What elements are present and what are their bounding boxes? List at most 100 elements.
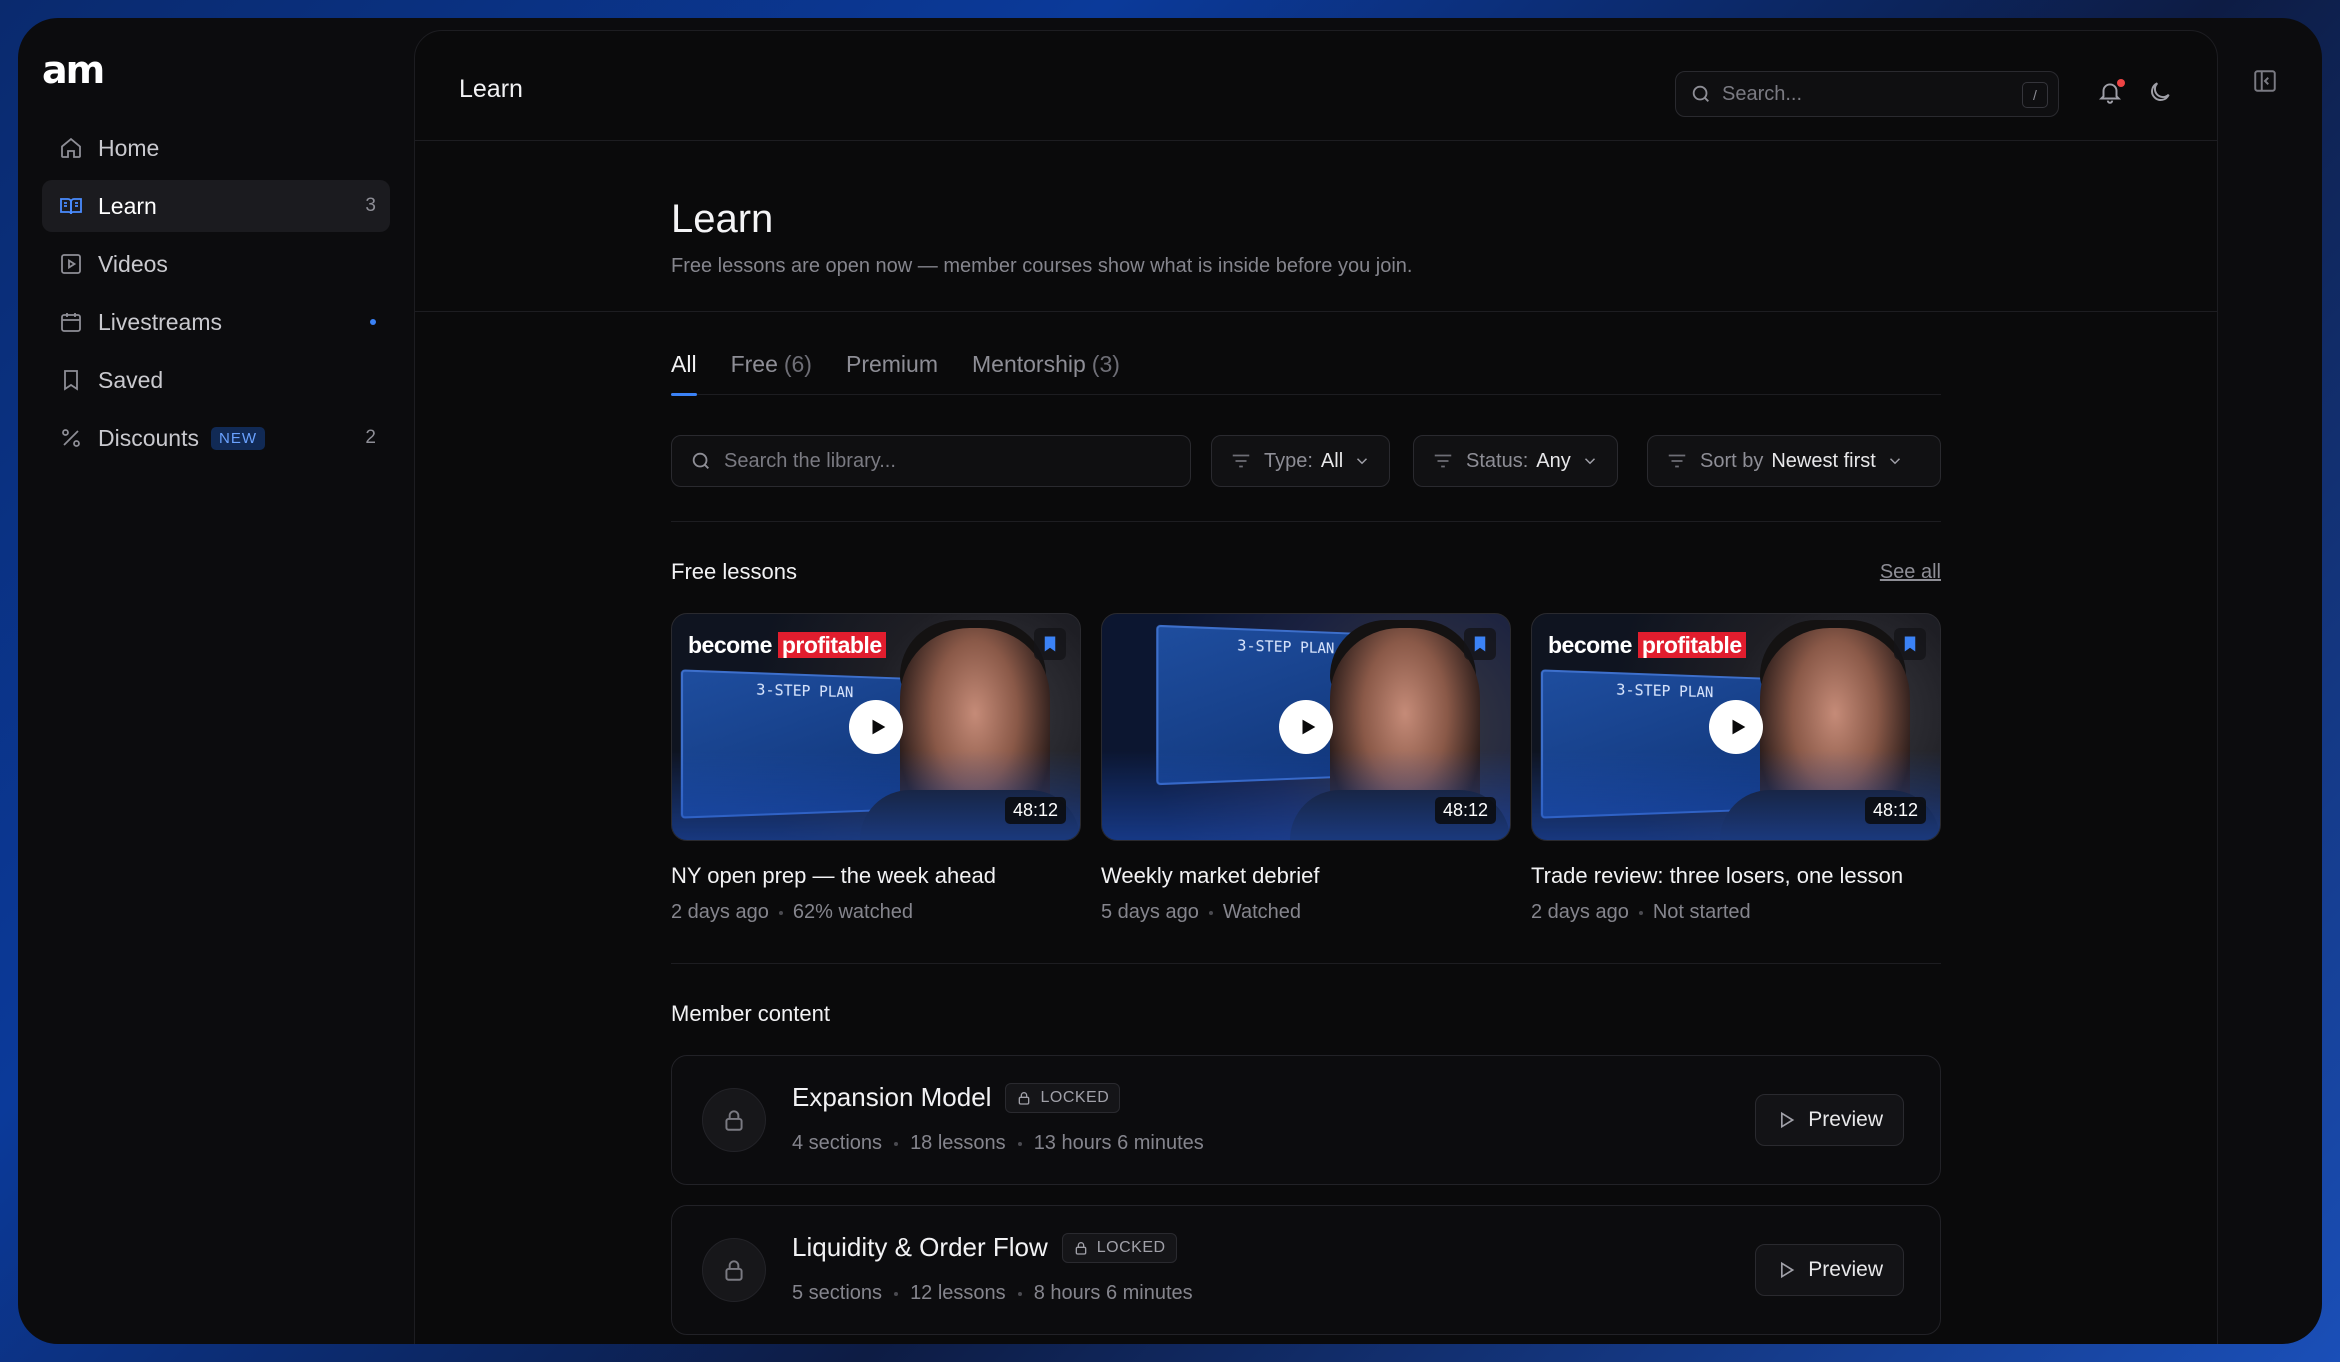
notification-dot (2117, 79, 2125, 87)
sidebar-item-label: Videos (98, 250, 168, 277)
home-icon (58, 135, 84, 161)
lesson-meta: 2 days ago 62% watched (671, 901, 913, 923)
book-open-icon (58, 193, 84, 219)
sidebar-nav: Home Learn 3 Videos Livestreams Saved Di… (42, 122, 390, 470)
lesson-thumbnail[interactable]: 3-STEP PLAN become profitable 48:12 (671, 613, 1081, 841)
page-subtitle: Free lessons are open now — member cours… (671, 255, 1413, 277)
play-button[interactable] (1709, 700, 1763, 754)
play-icon (1732, 719, 1745, 735)
theme-toggle-button[interactable] (2147, 79, 2177, 109)
sidebar-item-label: Home (98, 134, 160, 161)
bookmark-icon (1474, 636, 1486, 652)
lesson-meta: 2 days ago Not started (1531, 901, 1751, 923)
tab-free[interactable]: Free (6) (731, 335, 812, 395)
calendar-icon (58, 309, 84, 335)
bookmark-button[interactable] (1034, 628, 1066, 660)
lesson-title[interactable]: Trade review: three losers, one lesson (1531, 863, 1941, 889)
sidebar-item-videos[interactable]: Videos (42, 238, 390, 290)
tab-all[interactable]: All (671, 335, 697, 396)
thumbnail-headline: become profitable (1548, 632, 1746, 659)
sidebar-item-home[interactable]: Home (42, 122, 390, 174)
chevron-down-icon (1357, 458, 1368, 465)
sort-dropdown[interactable]: Sort by Newest first (1647, 435, 1941, 487)
lock-icon (702, 1238, 766, 1302)
lesson-thumbnail[interactable]: 3-STEP PLAN 48:12 (1101, 613, 1511, 841)
sidebar-item-count: 3 (365, 195, 376, 216)
filter-icon (1434, 454, 1452, 468)
sidebar-item-label: Learn (98, 192, 157, 219)
library-search-input[interactable]: Search the library... (671, 435, 1191, 487)
play-icon (872, 719, 885, 735)
sidebar: am Home Learn 3 Videos Livestreams Saved… (18, 18, 414, 1344)
new-badge: NEW (210, 426, 265, 450)
lesson-title[interactable]: Weekly market debrief (1101, 863, 1511, 889)
preview-button[interactable]: Preview (1755, 1094, 1904, 1146)
filter-icon (1232, 454, 1250, 468)
sidebar-item-count: 2 (365, 427, 376, 448)
sidebar-item-saved[interactable]: Saved (42, 354, 390, 406)
search-icon (1692, 85, 1709, 102)
bookmark-button[interactable] (1894, 628, 1926, 660)
course-meta: 4 sections 18 lessons 13 hours 6 minutes (792, 1132, 1204, 1154)
free-lessons-heading: Free lessons (671, 559, 797, 584)
member-content-heading: Member content (671, 1001, 830, 1026)
sidebar-item-label: Discounts (98, 424, 199, 451)
tab-mentorship[interactable]: Mentorship (3) (972, 335, 1120, 395)
sidebar-item-livestreams[interactable]: Livestreams (42, 296, 390, 348)
content-tabs: All Free (6) Premium Mentorship (3) (671, 335, 1941, 396)
locked-badge: LOCKED (1005, 1082, 1121, 1113)
sidebar-item-discounts[interactable]: Discounts NEW 2 (42, 412, 390, 464)
see-all-link[interactable]: See all (1880, 561, 1941, 584)
global-search-input[interactable]: Search... / (1675, 71, 2059, 117)
search-shortcut-key: / (2022, 82, 2048, 108)
section-divider (671, 521, 1941, 522)
lesson-card[interactable]: 3-STEP PLAN become profitable 48:12 NY o… (671, 613, 1081, 924)
lesson-thumbnail[interactable]: 3-STEP PLAN become profitable 48:12 (1531, 613, 1941, 841)
percent-icon (58, 425, 84, 451)
top-bar: Learn Search... / (415, 31, 2217, 141)
sidebar-item-learn[interactable]: Learn 3 (42, 180, 390, 232)
course-row[interactable]: Expansion Model LOCKED 4 sections 18 less… (671, 1055, 1941, 1185)
thumbnail-headline: become profitable (688, 632, 886, 659)
lock-icon (1019, 1091, 1030, 1105)
video-duration: 48:12 (1004, 797, 1066, 824)
bookmark-icon (58, 367, 84, 393)
video-duration: 48:12 (1434, 797, 1496, 824)
section-divider (671, 963, 1941, 964)
sidebar-item-label: Saved (98, 366, 164, 393)
locked-badge: LOCKED (1061, 1232, 1177, 1263)
toggle-panel-button[interactable] (2252, 68, 2282, 98)
play-button[interactable] (1279, 700, 1333, 754)
course-title: Expansion Model LOCKED (792, 1082, 1121, 1113)
header-divider (415, 311, 2217, 312)
library-search-placeholder: Search the library... (724, 449, 896, 472)
play-square-icon (58, 251, 84, 277)
preview-button[interactable]: Preview (1755, 1244, 1904, 1296)
play-button[interactable] (849, 700, 903, 754)
lesson-card[interactable]: 3-STEP PLAN 48:12 Weekly market debrief … (1101, 613, 1511, 924)
sidebar-item-label: Livestreams (98, 308, 222, 335)
lesson-title[interactable]: NY open prep — the week ahead (671, 863, 1081, 889)
topbar-title: Learn (459, 75, 523, 103)
lock-icon (1075, 1241, 1087, 1255)
bookmark-button[interactable] (1464, 628, 1496, 660)
play-outline-icon (1781, 1261, 1795, 1279)
chevron-down-icon (1584, 458, 1595, 465)
course-meta: 5 sections 12 lessons 8 hours 6 minutes (792, 1282, 1193, 1304)
lock-icon (702, 1088, 766, 1152)
app-window: am Home Learn 3 Videos Livestreams Saved… (18, 18, 2322, 1344)
tab-premium[interactable]: Premium (846, 335, 938, 395)
type-filter-dropdown[interactable]: Type: All (1211, 435, 1391, 487)
moon-icon (2151, 82, 2170, 101)
main-panel: Learn Search... / Learn Free lessons are… (414, 30, 2218, 1344)
notifications-button[interactable] (2097, 79, 2127, 109)
search-icon (692, 452, 709, 469)
lesson-meta: 5 days ago Watched (1101, 901, 1302, 923)
course-row[interactable]: Liquidity & Order Flow LOCKED 5 sections… (671, 1205, 1941, 1335)
lesson-card[interactable]: 3-STEP PLAN become profitable 48:12 Trad… (1531, 613, 1941, 924)
bookmark-icon (1044, 636, 1056, 652)
course-title: Liquidity & Order Flow LOCKED (792, 1232, 1177, 1263)
status-filter-dropdown[interactable]: Status: Any (1413, 435, 1618, 487)
play-outline-icon (1781, 1111, 1795, 1129)
app-logo[interactable]: am (42, 48, 105, 92)
